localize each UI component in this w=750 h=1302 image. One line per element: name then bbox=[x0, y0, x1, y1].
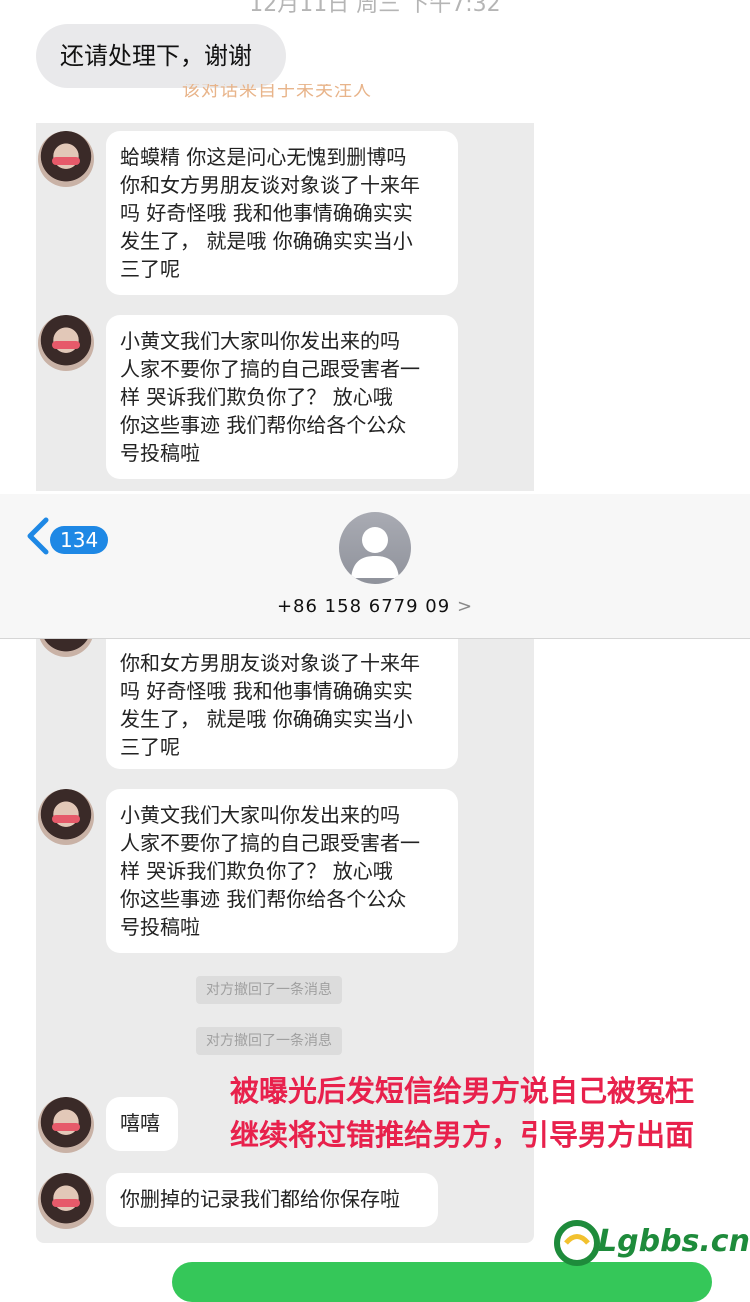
logo-mark-icon bbox=[554, 1220, 600, 1266]
top-timestamp: 12月11日 周三 下午7:32 bbox=[249, 0, 501, 17]
avatar bbox=[38, 315, 94, 371]
avatar bbox=[38, 1173, 94, 1229]
contact-phone-number[interactable]: +86 158 6779 09 > bbox=[0, 596, 750, 617]
chat-panel-top: 蛤蟆精 你这是问心无愧到删博吗 你和女方男朋友谈对象谈了十来年 吗 好奇怪哦 我… bbox=[36, 123, 534, 491]
message-bubble: 嘻嘻 bbox=[106, 1097, 178, 1151]
sms-header: 134 +86 158 6779 09 > bbox=[0, 494, 750, 639]
caption-line-1: 被曝光后发短信给男方说自己被冤枉 bbox=[230, 1074, 695, 1108]
recall-notice: 对方撤回了一条消息 bbox=[196, 1027, 342, 1055]
back-chevron-icon[interactable] bbox=[22, 516, 52, 556]
watermark-logo: Lgbbs.cn bbox=[552, 1212, 750, 1272]
avatar bbox=[38, 789, 94, 845]
caption-line-2: 继续将过错推给男方，引导男方出面 bbox=[230, 1118, 695, 1152]
unread-count-badge[interactable]: 134 bbox=[50, 526, 109, 554]
message-bubble: 小黄文我们大家叫你发出来的吗 人家不要你了搞的自己跟受害者一 样 哭诉我们欺负你… bbox=[106, 789, 458, 953]
logo-text: Lgbbs.cn bbox=[598, 1224, 750, 1259]
phone-number-text: +86 158 6779 09 bbox=[276, 596, 451, 617]
contact-avatar-icon[interactable] bbox=[339, 512, 411, 584]
message-bubble: 蛤蟆精 你这是问心无愧到删博吗 你和女方男朋友谈对象谈了十来年 吗 好奇怪哦 我… bbox=[106, 131, 458, 295]
message-bubble: 小黄文我们大家叫你发出来的吗 人家不要你了搞的自己跟受害者一 样 哭诉我们欺负你… bbox=[106, 315, 458, 479]
chevron-right-icon: > bbox=[456, 596, 474, 617]
message-bubble-top: 还请处理下，谢谢 bbox=[36, 24, 286, 88]
stranger-notice: 该对话来自于未关注人 bbox=[182, 84, 372, 100]
avatar bbox=[38, 1097, 94, 1153]
recall-notice: 对方撤回了一条消息 bbox=[196, 976, 342, 1004]
avatar bbox=[38, 131, 94, 187]
message-bubble: 你删掉的记录我们都给你保存啦 bbox=[106, 1173, 438, 1227]
message-bubble: 你和女方男朋友谈对象谈了十来年 吗 好奇怪哦 我和他事情确确实实 发生了， 就是… bbox=[106, 637, 458, 769]
